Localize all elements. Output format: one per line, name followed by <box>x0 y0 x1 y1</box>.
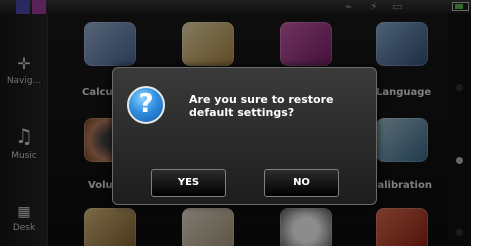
no-button[interactable]: NO <box>264 169 339 197</box>
device-screen: ⌁ ⚡ ▭ ✛ Navig... ♫ Music ▦ Desk Calcul L… <box>0 0 471 246</box>
dialog-message: Are you sure to restore default settings… <box>189 93 334 119</box>
yes-button[interactable]: YES <box>151 169 226 197</box>
confirm-dialog: ? Are you sure to restore default settin… <box>112 67 377 205</box>
question-icon: ? <box>127 86 165 124</box>
